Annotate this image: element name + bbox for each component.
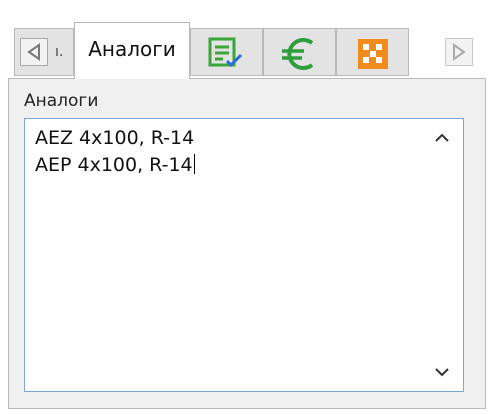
tab-scroll-right-button[interactable]	[445, 38, 473, 66]
memo-line-1: AEZ 4x100, R-14	[35, 127, 195, 149]
tab-analogi[interactable]: Аналоги	[74, 22, 190, 79]
analogi-label: Аналоги	[24, 91, 99, 111]
text-caret	[193, 154, 195, 174]
tab-analogi-label: Аналоги	[88, 37, 176, 61]
tab-euro[interactable]	[263, 28, 336, 76]
analogi-memo-field[interactable]: AEZ 4x100, R-14 AEP 4x100, R-14	[24, 118, 464, 392]
tab-checklist[interactable]	[190, 28, 263, 76]
triangle-left-icon	[27, 43, 40, 61]
triangle-right-icon	[453, 43, 466, 61]
scroll-down-icon[interactable]	[435, 367, 449, 377]
tab-grid[interactable]	[336, 28, 409, 76]
tab-scroll-left-button[interactable]	[20, 38, 48, 66]
tab-strip: ı. Аналоги	[0, 22, 490, 79]
checklist-icon	[208, 37, 243, 68]
memo-line-2-text: AEP 4x100, R-14	[35, 154, 193, 176]
euro-icon	[282, 38, 314, 70]
scroll-up-icon[interactable]	[435, 133, 449, 143]
tab-previous-label: ı.	[55, 44, 64, 60]
grid-icon	[358, 39, 388, 69]
memo-line-2: AEP 4x100, R-14	[35, 154, 195, 176]
